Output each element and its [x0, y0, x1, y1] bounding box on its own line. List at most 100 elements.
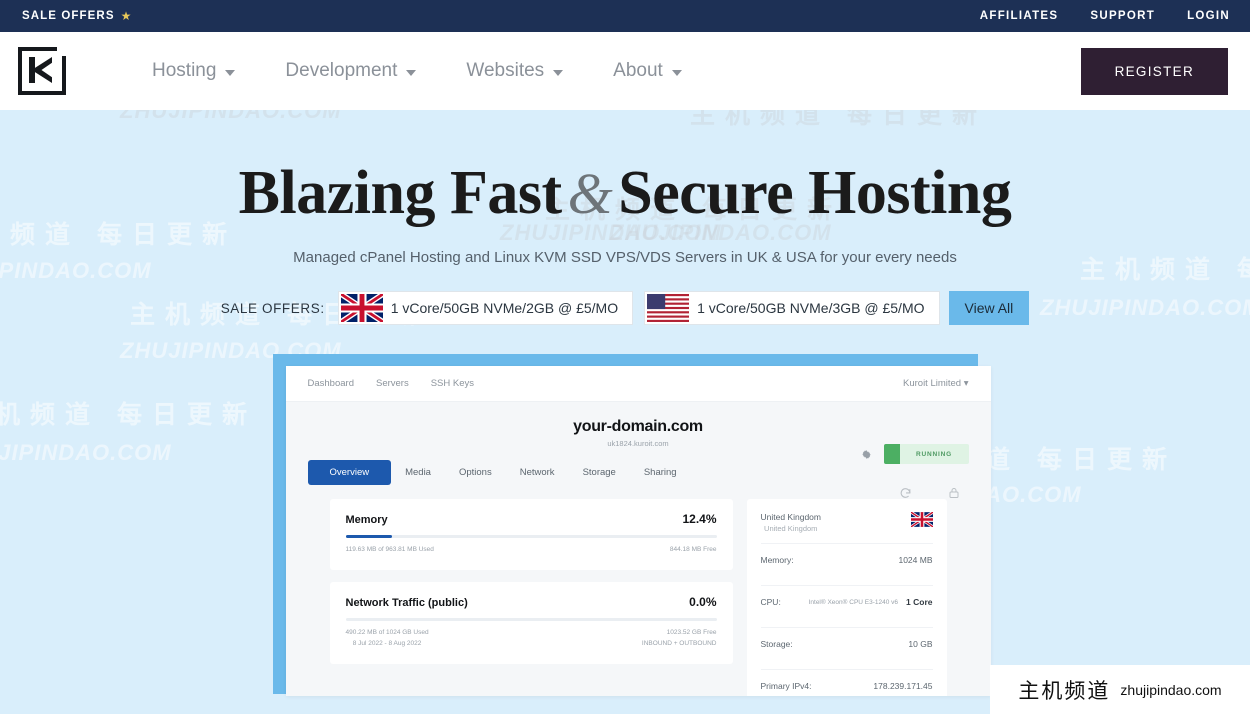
dashboard-link-dashboard[interactable]: Dashboard [308, 378, 354, 389]
dashboard-panels: Memory 12.4% 119.63 MB of 963.81 MB Used [308, 485, 969, 697]
tab-overview[interactable]: Overview [307, 460, 392, 486]
sale-offers-link[interactable]: SALE OFFERS [22, 10, 115, 22]
nav-item-development[interactable]: Development [285, 60, 417, 82]
network-traffic-card: Network Traffic (public) 0.0% 490.22 MB [329, 582, 733, 665]
card-title: Memory [345, 514, 388, 527]
watermark-badge-en: zhujipindao.com [1120, 681, 1222, 698]
server-action-buttons [891, 480, 969, 506]
spec-label: Memory: [760, 555, 794, 566]
topbar-right-group: AFFILIATES SUPPORT LOGIN [980, 10, 1250, 22]
affiliates-link[interactable]: AFFILIATES [980, 10, 1059, 22]
dashboard-topbar: Dashboard Servers SSH Keys Kuroit Limite… [285, 366, 991, 403]
watermark-cn: 主机频道 每日更新 [0, 401, 257, 429]
spec-row-cpu: CPU: Intel® Xeon® CPU E3-1240 v6 1 Core [760, 585, 933, 617]
dashboard-panel: Dashboard Servers SSH Keys Kuroit Limite… [285, 366, 991, 697]
server-specs-panel: United Kingdom United Kingdom Memory: 10… [746, 499, 947, 697]
uk-flag-icon [910, 512, 933, 528]
spec-row-ipv4: Primary IPv4: 178.239.171.45 [760, 669, 933, 696]
card-footer-left: 119.63 MB of 963.81 MB Used [346, 544, 434, 555]
spec-country-name: United Kingdom [760, 512, 821, 523]
sale-offers-label: SALE OFFERS: [220, 300, 325, 316]
spec-label: CPU: [760, 597, 781, 608]
dashboard-body: your-domain.com uk1824.kuroit.com Overvi… [286, 402, 991, 697]
server-status-group: RUNNING [861, 444, 969, 465]
register-button[interactable]: REGISTER [1080, 47, 1228, 95]
dashboard-link-servers[interactable]: Servers [376, 378, 409, 389]
tab-storage[interactable]: Storage [569, 461, 630, 484]
hero-title-ampersand: & [567, 161, 613, 226]
card-percent: 12.4% [682, 512, 717, 527]
card-footer-right: 844.18 MB Free [670, 544, 717, 555]
chevron-down-icon [671, 69, 682, 76]
status-badge-label: RUNNING [916, 450, 952, 458]
card-footer: 490.22 MB of 1024 GB Used 8 Jul 2022 - 8… [346, 627, 717, 649]
nav-item-label: Websites [466, 60, 545, 81]
card-footer-free: 1023.52 GB Free [666, 629, 717, 637]
offer-card-us[interactable]: 1 vCore/50GB NVMe/3GB @ £5/MO [644, 291, 940, 326]
offer-text: 1 vCore/50GB NVMe/3GB @ £5/MO [697, 300, 925, 317]
card-footer-right: 1023.52 GB Free INBOUND + OUTBOUND [642, 627, 717, 649]
offer-card-uk[interactable]: 1 vCore/50GB NVMe/2GB @ £5/MO [337, 291, 634, 326]
watermark-badge-cn: 主机频道 [1018, 679, 1111, 703]
uk-flag-icon [340, 294, 383, 323]
chevron-down-icon [225, 69, 236, 76]
lock-icon[interactable] [939, 480, 969, 506]
card-footer-left: 490.22 MB of 1024 GB Used 8 Jul 2022 - 8… [346, 627, 429, 649]
card-header: Network Traffic (public) 0.0% [346, 595, 717, 609]
hero-content: Blazing Fast &Secure Hosting Managed cPan… [0, 110, 1250, 697]
card-percent: 0.0% [689, 595, 717, 610]
chevron-down-icon [406, 69, 417, 76]
support-link[interactable]: SUPPORT [1090, 10, 1155, 22]
watermark-en: ZHUJIPINDAO.COM [0, 440, 172, 465]
page-root: SALE OFFERS ★ AFFILIATES SUPPORT LOGIN H… [0, 0, 1250, 714]
card-title: Network Traffic (public) [345, 597, 468, 610]
hero-section: 主机频道 每日更新 ZHUJIPINDAO.COM 主机频道 每日更新 ZHUJ… [0, 110, 1250, 714]
card-header: Memory 12.4% [346, 512, 717, 526]
tab-media[interactable]: Media [391, 461, 445, 484]
memory-meter [345, 535, 717, 539]
spec-value: 178.239.171.45 [873, 681, 933, 692]
star-icon: ★ [120, 9, 132, 23]
dashboard-domain: your-domain.com [573, 418, 703, 436]
offer-text: 1 vCore/50GB NVMe/2GB @ £5/MO [390, 300, 619, 317]
main-navbar: Hosting Development Websites About REGIS… [0, 32, 1250, 110]
top-utility-bar: SALE OFFERS ★ AFFILIATES SUPPORT LOGIN [0, 0, 1250, 32]
spec-value: 10 GB [908, 639, 933, 650]
dashboard-stat-cards: Memory 12.4% 119.63 MB of 963.81 MB Used [329, 499, 733, 696]
gear-icon[interactable] [861, 449, 872, 460]
nav-item-label: Development [285, 60, 398, 81]
hero-subtitle: Managed cPanel Hosting and Linux KVM SSD… [293, 249, 957, 267]
chevron-down-icon [553, 69, 564, 76]
topbar-left-group: SALE OFFERS ★ [0, 10, 131, 22]
nav-item-label: Hosting [152, 60, 217, 81]
spec-country-row: United Kingdom United Kingdom [761, 512, 933, 533]
dashboard-link-ssh-keys[interactable]: SSH Keys [431, 378, 474, 389]
watermark-badge: 主机频道 zhujipindao.com [990, 665, 1250, 714]
dashboard-account-menu[interactable]: Kuroit Limited ▾ [903, 378, 969, 389]
card-footer-direction: INBOUND + OUTBOUND [641, 640, 717, 648]
card-footer-daterange: 8 Jul 2022 - 8 Aug 2022 [352, 640, 422, 648]
tab-sharing[interactable]: Sharing [630, 461, 691, 484]
reload-icon[interactable] [891, 480, 921, 506]
hero-title-part2: Secure Hosting [618, 159, 1012, 227]
memory-card: Memory 12.4% 119.63 MB of 963.81 MB Used [329, 499, 733, 571]
view-all-button[interactable]: View All [948, 291, 1030, 326]
login-link[interactable]: LOGIN [1187, 10, 1230, 22]
tab-network[interactable]: Network [506, 461, 569, 484]
nav-item-about[interactable]: About [613, 60, 682, 82]
card-footer-usage: 490.22 MB of 1024 GB Used [345, 629, 429, 637]
nav-links: Hosting Development Websites About [152, 60, 682, 82]
page-title: Blazing Fast &Secure Hosting [0, 110, 1250, 227]
memory-meter-fill [345, 535, 392, 539]
nav-item-websites[interactable]: Websites [466, 60, 564, 82]
card-footer: 119.63 MB of 963.81 MB Used 844.18 MB Fr… [346, 544, 717, 555]
spec-value: 1024 MB [898, 555, 933, 566]
dashboard-top-links: Dashboard Servers SSH Keys [308, 378, 475, 389]
nav-item-label: About [613, 60, 663, 81]
status-indicator-bar [883, 444, 900, 465]
spec-mid: Intel® Xeon® CPU E3-1240 v6 [808, 598, 899, 606]
card-footer-usage: 119.63 MB of 963.81 MB Used [345, 546, 434, 554]
kuroit-logo[interactable] [18, 47, 66, 95]
nav-item-hosting[interactable]: Hosting [152, 60, 236, 82]
tab-options[interactable]: Options [445, 461, 506, 484]
